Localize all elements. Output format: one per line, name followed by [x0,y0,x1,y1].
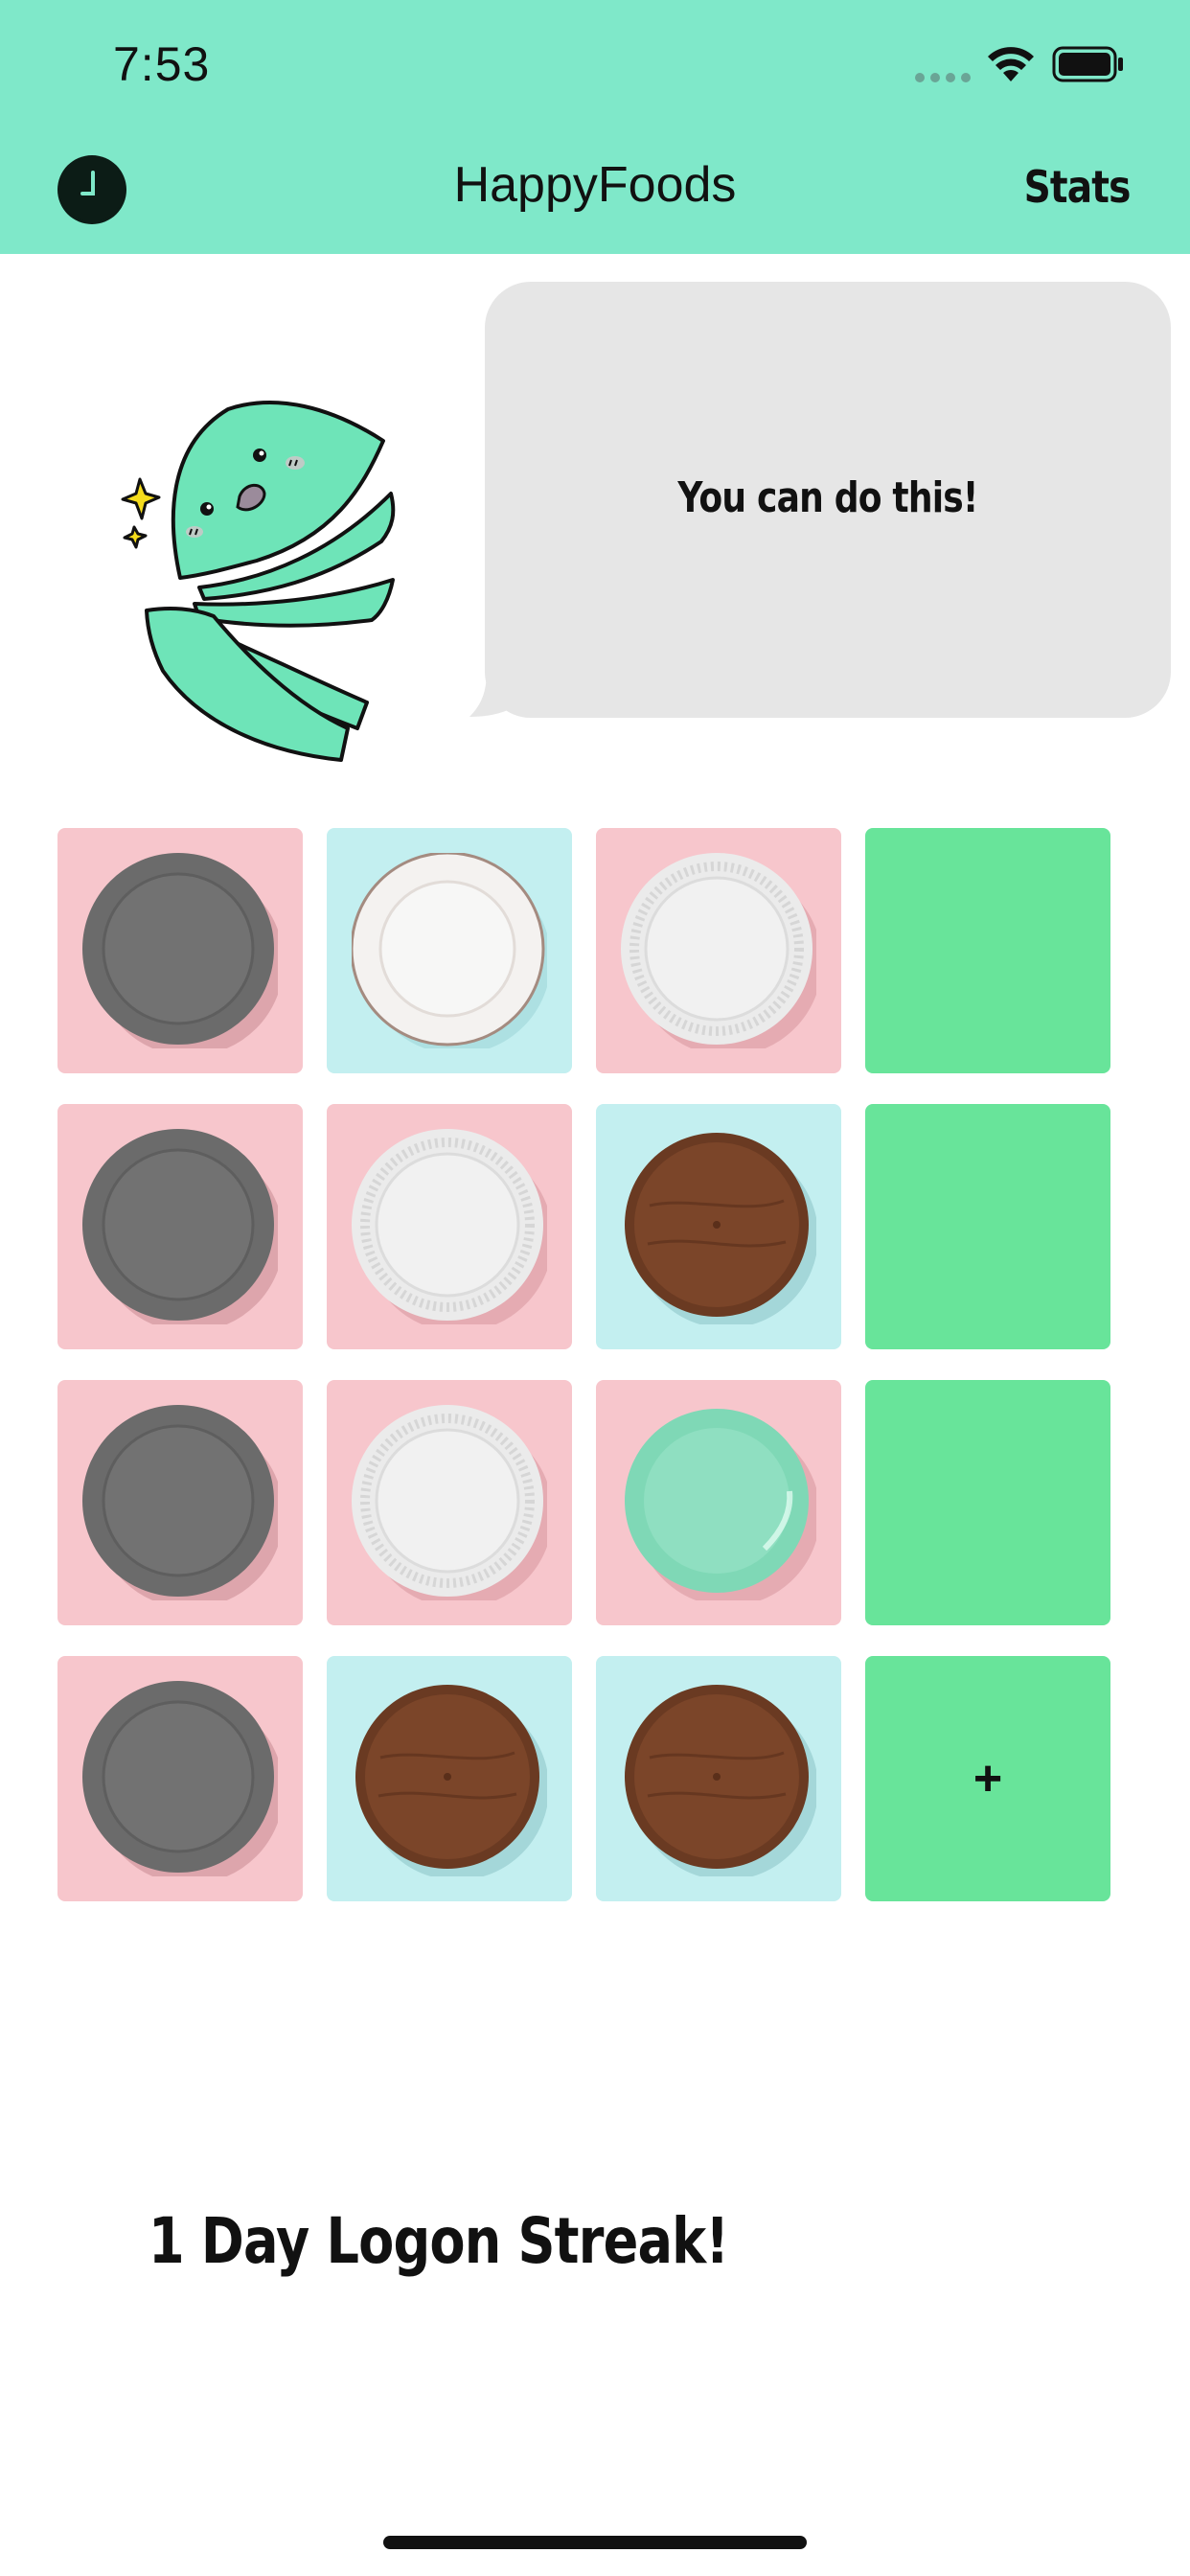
meal-tile[interactable] [596,1380,841,1625]
cellular-signal-icon [915,73,971,82]
page-title: HappyFoods [453,157,737,213]
clock-icon [60,158,124,221]
add-label: + [973,1751,1003,1806]
wifi-icon [988,47,1034,81]
wooden-plate-icon [625,1685,816,1876]
meal-tile[interactable] [57,828,303,1073]
meal-tile[interactable] [327,1380,572,1625]
empty-tile[interactable] [865,828,1110,1073]
white-ribbed-plate-icon [621,853,816,1048]
meal-tile[interactable] [596,1656,841,1901]
encouragement-text: You can do this! [677,473,978,522]
meal-tile[interactable] [327,1656,572,1901]
empty-tile[interactable] [865,1104,1110,1349]
top-header: 7:53 HappyFoods Stats [0,0,1190,254]
gray-plate-icon [82,1681,278,1876]
gray-plate-icon [82,1405,278,1600]
gray-plate-icon [82,853,278,1048]
meal-tile[interactable] [596,828,841,1073]
meal-tile[interactable] [327,1104,572,1349]
home-indicator[interactable] [383,2536,807,2549]
speech-bubble-tail [469,652,527,717]
empty-tile[interactable] [865,1380,1110,1625]
wooden-plate-icon [625,1133,816,1324]
logon-streak-text: 1 Day Logon Streak! [149,2204,729,2278]
white-ribbed-plate-icon [352,1405,547,1600]
meal-tile[interactable] [596,1104,841,1349]
mascot-character [121,400,396,762]
add-meal-button[interactable]: + [865,1656,1110,1901]
battery-icon [1052,46,1123,82]
white-scalloped-plate-icon [352,853,547,1048]
gray-plate-icon [82,1129,278,1324]
status-time: 7:53 [113,37,211,91]
mint-plate-icon [625,1409,816,1600]
stats-button[interactable]: Stats [1024,161,1132,213]
meal-tile[interactable] [57,1656,303,1901]
wooden-plate-icon [355,1685,547,1876]
clock-button[interactable] [57,155,126,224]
meal-tile[interactable] [57,1380,303,1625]
meal-tile[interactable] [57,1104,303,1349]
white-ribbed-plate-icon [352,1129,547,1324]
meal-tile[interactable] [327,828,572,1073]
